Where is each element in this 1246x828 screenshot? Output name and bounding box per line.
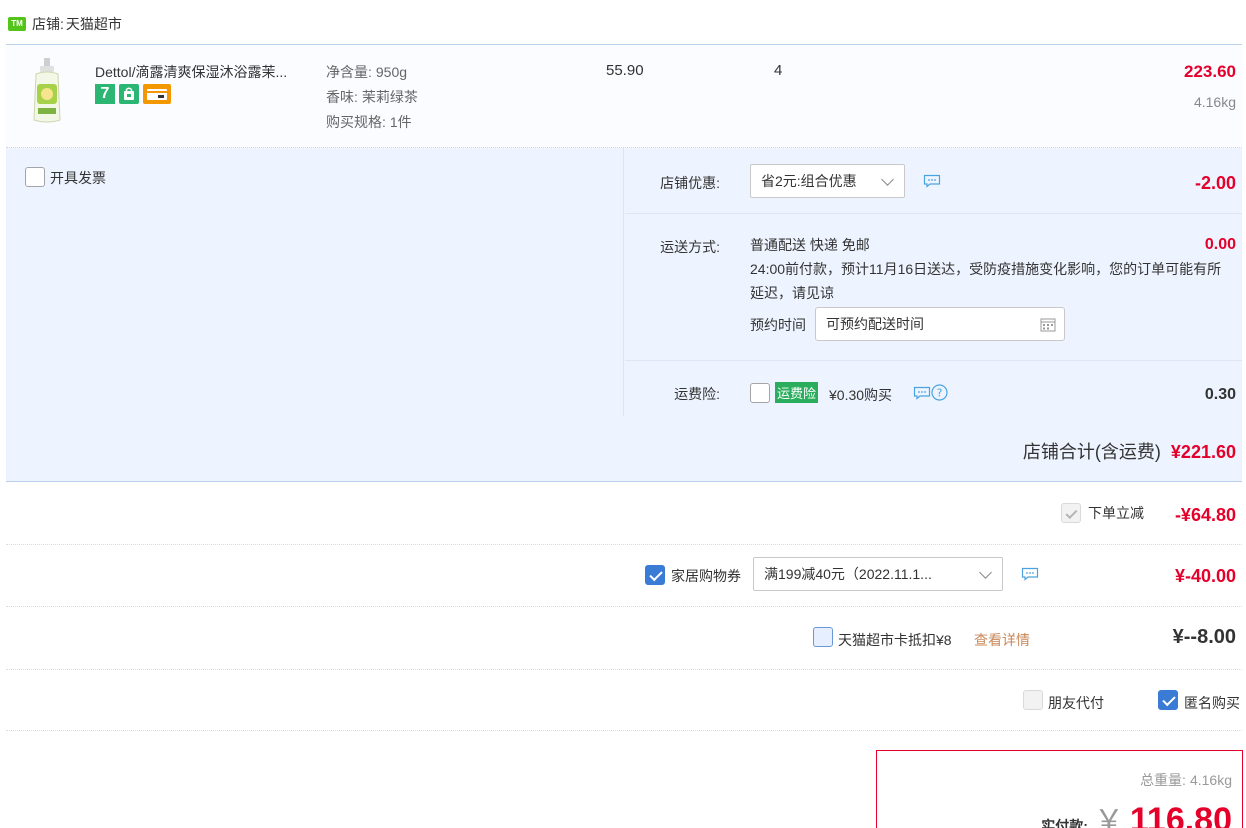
coupon-value: 满199减40元（2022.11.1...: [764, 566, 932, 582]
coupon-amount: ¥-40.00: [1174, 566, 1236, 586]
unit-price: 55.90: [606, 62, 644, 79]
item-weight: 4.16kg: [1193, 94, 1236, 110]
comment-icon[interactable]: [913, 386, 931, 403]
store-discount-value: 省2元:组合优惠: [761, 173, 857, 189]
card-deduct-amount: ¥--8.00: [1172, 626, 1236, 648]
anonymous-label: 匿名购买: [1184, 695, 1240, 711]
attribute-scent: 香味: 茉莉绿茶: [326, 89, 418, 105]
item-subtotal: 223.60: [1184, 62, 1236, 81]
invoice-area: [6, 148, 624, 416]
invoice-label: 开具发票: [50, 170, 106, 186]
row-divider: [6, 606, 1242, 607]
schedule-placeholder: 可预约配送时间: [826, 316, 924, 332]
chevron-down-icon: [881, 173, 894, 186]
shipping-method: 普通配送 快递 免邮: [750, 237, 870, 253]
total-weight: 总重量: 4.16kg: [1140, 770, 1232, 790]
coupon-checkbox[interactable]: [645, 565, 665, 585]
attribute-net-weight: 净含量: 950g: [326, 64, 408, 80]
row-divider: [625, 213, 1242, 214]
tmall-icon: TM: [8, 17, 26, 31]
quantity: 4: [774, 62, 783, 79]
service-badges: 7: [95, 84, 171, 104]
pay-for-friend-label: 朋友代付: [1048, 695, 1104, 711]
order-discount-amount: -¥64.80: [1174, 505, 1236, 525]
svg-text:?: ?: [937, 387, 943, 400]
store-discount-label: 店铺优惠:: [660, 175, 720, 191]
freight-insurance-label: 运费险:: [674, 386, 720, 402]
comment-icon[interactable]: [923, 174, 941, 191]
shipping-label: 运送方式:: [660, 239, 720, 255]
total-weight-label: 总重量:: [1140, 772, 1186, 788]
order-discount-label: 下单立减: [1088, 505, 1144, 521]
row-divider: [6, 669, 1242, 670]
store-discount-amount: -2.00: [1194, 173, 1236, 193]
store-total-label: 店铺合计(含运费): [1022, 442, 1161, 462]
shipping-note: 24:00前付款，预计11月16日送达，受防疫措施变化影响，您的订单可能有所延迟…: [750, 261, 1222, 301]
pay-for-friend-checkbox[interactable]: [1023, 690, 1043, 710]
invoice-checkbox[interactable]: [25, 167, 45, 187]
coupon-select[interactable]: 满199减40元（2022.11.1...: [753, 557, 1003, 591]
schedule-label: 预约时间: [750, 317, 806, 333]
actual-payment-amount: 116.80: [1129, 801, 1232, 828]
product-title-link[interactable]: Dettol/滴露清爽保湿沐浴露茉...: [95, 62, 315, 82]
store-total: 店铺合计(含运费) ¥221.60: [1023, 438, 1236, 464]
actual-payment: 实付款: ￥ 116.80: [1041, 796, 1232, 828]
chevron-down-icon: [979, 566, 992, 579]
freight-insurance-checkbox[interactable]: [750, 383, 770, 403]
order-item-row: [6, 44, 1242, 148]
calendar-icon[interactable]: [1040, 317, 1056, 335]
currency-symbol: ￥: [1093, 805, 1124, 828]
shop-name[interactable]: 天猫超市: [66, 14, 122, 34]
shop-prefix-label: 店铺:: [32, 16, 64, 32]
total-weight-value: 4.16kg: [1189, 772, 1232, 788]
schedule-date-input[interactable]: 可预约配送时间: [815, 307, 1065, 341]
shipping-details: 普通配送 快递 免邮 24:00前付款，预计11月16日送达，受防疫措施变化影响…: [750, 233, 1230, 305]
store-total-amount: ¥221.60: [1170, 442, 1236, 462]
coupon-label: 家居购物券: [671, 568, 741, 584]
shop-header: TM 店铺: 天猫超市: [8, 14, 122, 34]
card-deduct-label: 天猫超市卡抵扣¥8: [838, 632, 952, 648]
actual-payment-label: 实付款:: [1041, 818, 1088, 828]
anonymous-checkbox[interactable]: [1158, 690, 1178, 710]
attribute-spec: 购买规格: 1件: [326, 114, 412, 130]
card-details-link[interactable]: 查看详情: [974, 630, 1030, 650]
row-divider: [6, 544, 1242, 545]
row-divider: [625, 360, 1242, 361]
help-icon[interactable]: ?: [931, 384, 948, 404]
seven-day-return-icon[interactable]: 7: [95, 84, 115, 104]
comment-icon[interactable]: [1021, 567, 1039, 584]
card-deduct-checkbox[interactable]: [813, 627, 833, 647]
card-icon[interactable]: [143, 84, 171, 104]
bag-icon[interactable]: [119, 84, 139, 104]
freight-insurance-price: ¥0.30购买: [829, 387, 893, 403]
freight-insurance-amount: 0.30: [1204, 386, 1236, 403]
product-thumbnail[interactable]: [22, 56, 78, 126]
order-discount-checkbox[interactable]: [1061, 503, 1081, 523]
row-divider: [6, 730, 1242, 731]
store-discount-select[interactable]: 省2元:组合优惠: [750, 164, 905, 198]
freight-insurance-tag: 运费险: [775, 382, 819, 403]
shipping-amount: 0.00: [1204, 236, 1236, 253]
